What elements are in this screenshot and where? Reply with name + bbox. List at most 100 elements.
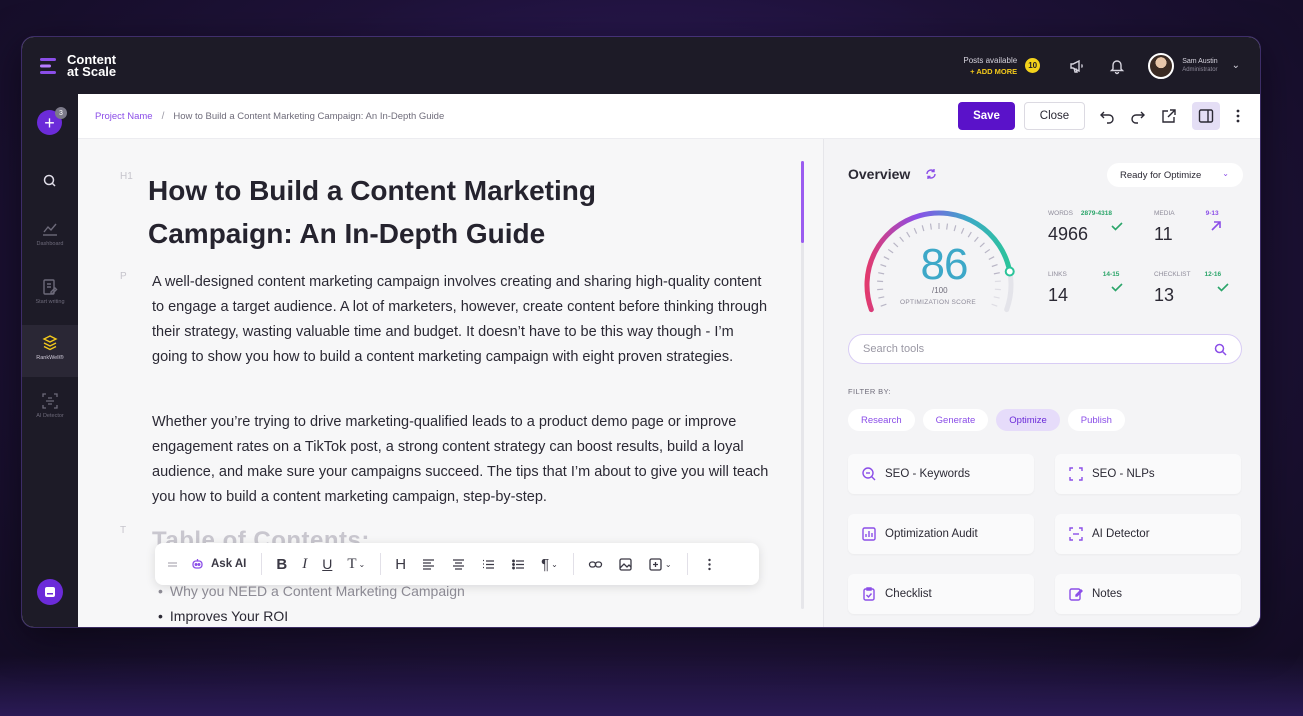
filter-chip-research[interactable]: Research	[848, 409, 915, 431]
gauge-tick	[960, 227, 965, 234]
text-style-icon[interactable]: T ⌄	[347, 556, 365, 573]
logo-line-2: at Scale	[67, 63, 117, 79]
posts-available: Posts available + ADD MORE	[963, 56, 1017, 76]
more-vertical-icon[interactable]	[1230, 108, 1246, 124]
block-tag-p: P	[120, 271, 127, 282]
gauge-tick	[946, 223, 949, 230]
editor: H1 How to Build a Content Marketing Camp…	[78, 139, 823, 627]
bell-icon[interactable]	[1108, 57, 1126, 75]
tool-label: Checklist	[885, 588, 932, 600]
metric-value: 4966	[1048, 224, 1089, 244]
chat-icon	[45, 587, 55, 597]
sidebar-label-dashboard: Dashboard	[36, 241, 64, 247]
document-title[interactable]: How to Build a Content Marketing Campaig…	[148, 169, 708, 255]
score-max: /100	[932, 286, 948, 295]
paragraph-icon[interactable]: ¶ ⌄	[541, 556, 558, 573]
toolbar-divider	[572, 553, 574, 575]
tool-notes[interactable]: Notes	[1055, 574, 1241, 614]
panel-toggle-icon[interactable]	[1192, 102, 1220, 130]
gauge-tick	[921, 225, 925, 232]
sidebar: + 3 Dashboard Start writing RankWell® AI…	[22, 94, 78, 627]
link-icon[interactable]	[588, 557, 603, 572]
metric-range: 2879-4318	[1080, 210, 1113, 217]
editor-scroll-thumb[interactable]	[801, 161, 804, 243]
logo[interactable]: Content at Scale	[38, 53, 117, 79]
filter-chip-generate[interactable]: Generate	[922, 409, 989, 431]
tool-label: AI Detector	[1092, 528, 1150, 540]
toc-item[interactable]: Improves Your ROI	[158, 604, 465, 627]
user-info[interactable]: Sam Austin Administrator	[1182, 58, 1217, 73]
sidebar-item-search[interactable]	[22, 172, 78, 190]
italic-icon[interactable]: I	[302, 556, 307, 573]
numbered-list-icon[interactable]	[481, 557, 496, 572]
chart-icon	[43, 223, 57, 236]
sidebar-item-rankwell[interactable]: RankWell®	[22, 325, 78, 377]
paragraph-1[interactable]: A well-designed content marketing campai…	[152, 270, 772, 370]
drag-handle-icon[interactable]	[165, 557, 180, 572]
search-tools-input[interactable]	[863, 343, 1183, 355]
tool-label: Optimization Audit	[885, 528, 978, 540]
posts-label: Posts available	[963, 55, 1018, 65]
search-icon[interactable]	[1214, 343, 1227, 356]
notes-icon	[1069, 588, 1083, 601]
gauge-tick	[991, 263, 998, 268]
align-center-icon[interactable]	[451, 557, 466, 572]
external-link-icon[interactable]	[1161, 108, 1177, 124]
bold-icon[interactable]: B	[276, 556, 287, 573]
optimization-score: 86	[920, 240, 969, 289]
top-bar: Content at Scale Posts available + ADD M…	[22, 37, 1260, 94]
status-select[interactable]: Ready for Optimize ⌄	[1107, 163, 1243, 187]
underline-icon[interactable]: U	[322, 556, 332, 572]
tool-checklist[interactable]: Checklist	[848, 574, 1034, 614]
tool-ai-detector[interactable]: AI Detector	[1055, 514, 1241, 554]
filter-chips: Research Generate Optimize Publish	[848, 409, 1133, 431]
save-button[interactable]: Save	[958, 102, 1015, 130]
stack-icon	[42, 335, 58, 351]
sidebar-label-ai-detector: AI Detector	[36, 413, 64, 419]
tool-seo-keywords[interactable]: SEO - Keywords	[848, 454, 1034, 494]
heading-icon[interactable]: H	[395, 556, 406, 573]
gauge-tick	[993, 272, 1000, 275]
align-left-icon[interactable]	[421, 557, 436, 572]
filter-chip-publish[interactable]: Publish	[1067, 409, 1125, 431]
audit-icon	[862, 527, 876, 541]
redo-icon[interactable]	[1130, 108, 1146, 124]
chat-help-button[interactable]	[37, 579, 63, 605]
user-role: Administrator	[1182, 67, 1218, 73]
tool-optimization-audit[interactable]: Optimization Audit	[848, 514, 1034, 554]
filter-chip-optimize[interactable]: Optimize	[996, 409, 1060, 431]
breadcrumb-separator: /	[161, 110, 165, 122]
app-window: Content at Scale Posts available + ADD M…	[22, 37, 1260, 627]
check-icon	[1111, 283, 1123, 292]
search-tools-field[interactable]	[848, 334, 1242, 364]
tool-seo-nlps[interactable]: SEO - NLPs	[1055, 454, 1241, 494]
gauge-tick	[984, 248, 991, 254]
status-select-value: Ready for Optimize	[1120, 169, 1202, 181]
megaphone-icon[interactable]	[1068, 57, 1086, 75]
refresh-icon[interactable]	[925, 168, 937, 180]
ask-ai-button[interactable]: Ask AI	[190, 557, 246, 572]
chevron-down-icon[interactable]: ⌄	[1232, 60, 1240, 71]
logo-text: Content at Scale	[67, 53, 117, 79]
insert-block-icon[interactable]: ⌄	[648, 557, 672, 572]
paragraph-2[interactable]: Whether you’re trying to drive marketing…	[152, 410, 772, 510]
sidebar-item-ai-detector[interactable]: AI Detector	[22, 392, 78, 419]
breadcrumb-project[interactable]: Project Name	[95, 111, 153, 122]
edit-icon	[43, 279, 58, 295]
sidebar-item-start-writing[interactable]: Start writing	[22, 278, 78, 305]
gauge-tick	[880, 303, 887, 307]
sidebar-item-dashboard[interactable]: Dashboard	[22, 220, 78, 247]
gauge-tick	[913, 227, 918, 234]
image-icon[interactable]	[618, 557, 633, 572]
more-vertical-icon[interactable]	[702, 557, 717, 572]
bullet-list-icon[interactable]	[511, 557, 526, 572]
overview-title: Overview	[848, 166, 911, 182]
logo-icon	[40, 57, 56, 74]
undo-icon[interactable]	[1099, 108, 1115, 124]
close-button[interactable]: Close	[1024, 102, 1085, 130]
toolbar-divider	[686, 553, 688, 575]
avatar[interactable]	[1148, 52, 1175, 79]
add-more-link[interactable]: + ADD MORE	[963, 67, 1017, 76]
breadcrumb-bar: Project Name / How to Build a Content Ma…	[78, 94, 1260, 139]
check-icon	[1217, 283, 1229, 292]
